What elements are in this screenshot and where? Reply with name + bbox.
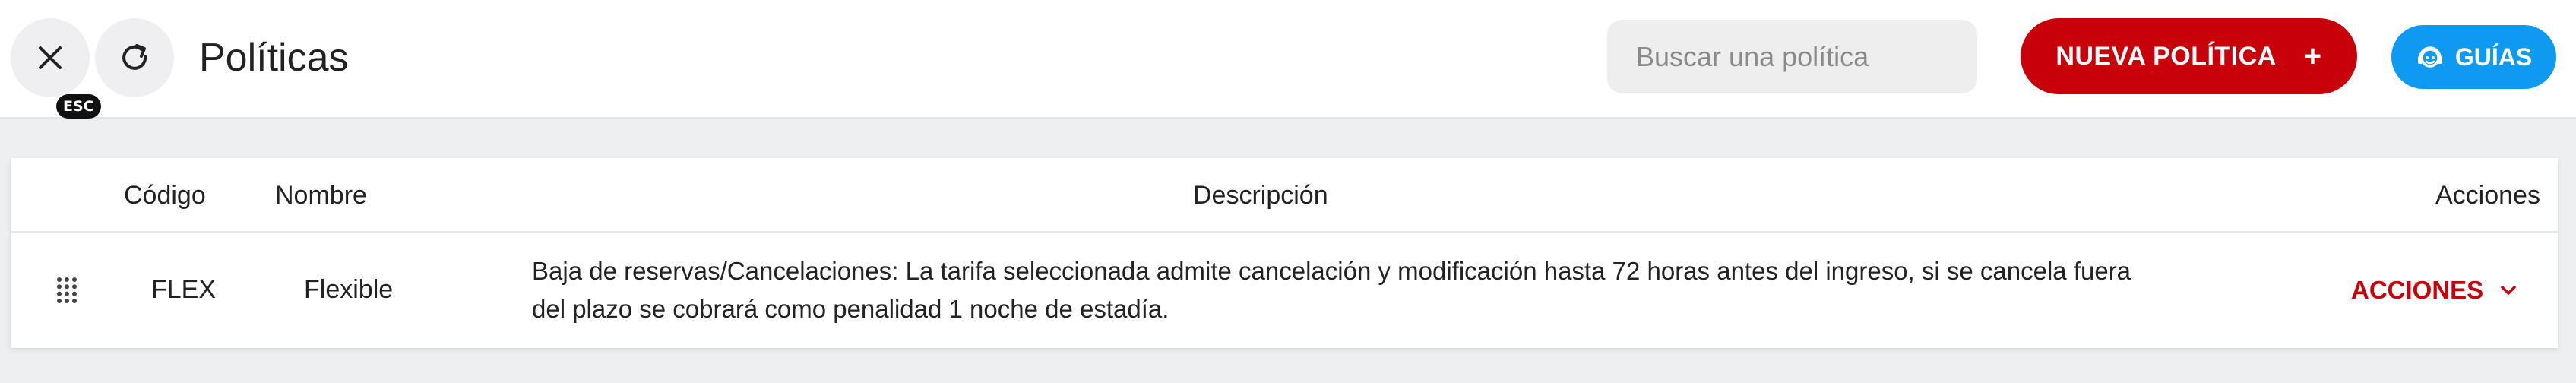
column-header-code: Código: [124, 181, 206, 210]
support-agent-icon: [2417, 46, 2442, 68]
column-header-name: Nombre: [275, 181, 367, 210]
new-policy-label: NUEVA POLÍTICA: [2055, 41, 2277, 71]
refresh-icon: [122, 44, 147, 70]
policies-table: Código Nombre Descripción Acciones FLEX …: [11, 158, 2558, 348]
row-actions-label: ACCIONES: [2351, 276, 2484, 304]
cell-description: Baja de reservas/Cancelaciones: La tarif…: [532, 257, 2131, 323]
plus-icon: +: [2303, 40, 2322, 73]
drag-handle-icon[interactable]: [56, 277, 78, 304]
top-header: ESC Políticas NUEVA POLÍTICA + GUÍAS: [0, 0, 2576, 119]
table-header: Código Nombre Descripción Acciones: [11, 158, 2558, 233]
close-button[interactable]: ESC: [11, 18, 101, 119]
row-actions-dropdown[interactable]: ACCIONES: [2351, 267, 2517, 313]
guides-label: GUÍAS: [2454, 43, 2533, 71]
cell-name: Flexible: [304, 275, 394, 304]
refresh-button[interactable]: [95, 18, 174, 97]
page-title: Políticas: [199, 36, 349, 80]
chevron-down-icon: [2501, 286, 2516, 295]
guides-button[interactable]: GUÍAS: [2391, 25, 2556, 89]
close-icon: [39, 46, 62, 69]
column-header-description: Descripción: [1193, 181, 1328, 210]
cell-code: FLEX: [151, 275, 217, 304]
esc-shortcut-badge: ESC: [56, 94, 101, 119]
column-header-actions: Acciones: [2435, 181, 2540, 210]
search-input[interactable]: [1607, 20, 1977, 93]
table-row: FLEX Flexible Baja de reservas/Cancelaci…: [11, 233, 2558, 348]
new-policy-button[interactable]: NUEVA POLÍTICA +: [2021, 18, 2357, 94]
